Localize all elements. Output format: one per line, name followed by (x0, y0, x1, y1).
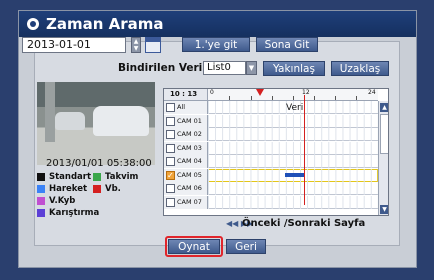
camera-row[interactable]: CAM 03 (164, 141, 378, 155)
camera-checkbox[interactable] (166, 116, 175, 126)
camera-checkbox[interactable] (166, 103, 175, 112)
list-select[interactable]: List0 (203, 61, 246, 75)
camera-row[interactable]: CAM 06 (164, 182, 378, 195)
legend-label: Vb. (105, 184, 121, 194)
camera-timeline-cells[interactable] (208, 155, 378, 168)
camera-name: CAM 02 (177, 130, 202, 138)
legend-swatch (37, 209, 45, 217)
legend-swatch (37, 173, 45, 181)
camera-checkbox[interactable] (166, 143, 175, 153)
camera-row[interactable]: All (164, 101, 378, 114)
legend-item: Vb. (93, 184, 121, 194)
time-marker-line (304, 95, 305, 205)
scroll-down-icon[interactable]: ▼ (380, 205, 388, 214)
camera-checkbox[interactable] (166, 197, 175, 207)
go-to-first-button[interactable]: 1.'ye git (182, 37, 250, 52)
camera-timeline-cells[interactable] (208, 168, 378, 182)
play-button[interactable]: Oynat (168, 239, 220, 254)
legend-swatch (93, 185, 101, 193)
legend-label: Takvim (105, 172, 139, 182)
legend-item: Takvim (93, 172, 138, 182)
legend-label: Standart (49, 172, 92, 182)
camera-label[interactable]: CAM 06 (164, 182, 208, 195)
recording-bar[interactable] (285, 172, 305, 177)
camera-checkbox[interactable] (166, 184, 175, 193)
camera-row[interactable]: CAM 07 (164, 195, 378, 209)
camera-row[interactable]: CAM 02 (164, 128, 378, 141)
camera-name: CAM 03 (177, 143, 202, 152)
go-to-last-button[interactable]: Sona Git (256, 37, 318, 52)
camera-label[interactable]: CAM 03 (164, 141, 208, 155)
camera-label[interactable]: CAM 01 (164, 114, 208, 128)
camera-name: CAM 05 (177, 170, 202, 179)
camera-row[interactable]: CAM 05 (164, 168, 378, 182)
dialog-title-bar: Zaman Arama (19, 11, 416, 37)
preview-car (93, 106, 149, 136)
camera-name: CAM 01 (177, 116, 202, 125)
preview-timestamp: 2013/01/01 05:38:00 (46, 158, 152, 169)
data-label: Veri (286, 103, 304, 113)
time-control[interactable]: 10 : 13 (164, 89, 208, 108)
calendar-icon[interactable] (145, 37, 161, 53)
camera-name: CAM 07 (177, 197, 202, 206)
time-marker-icon[interactable] (256, 89, 264, 96)
date-spinner[interactable]: ▲ ▼ (131, 37, 141, 53)
zoom-out-button[interactable]: Uzaklaş (331, 61, 389, 76)
video-preview (37, 82, 155, 165)
legend-swatch (37, 197, 45, 205)
legend-item: V.Kyb (37, 196, 75, 206)
zoom-in-button[interactable]: Yakınlaş (263, 61, 325, 76)
camera-checkbox[interactable] (166, 157, 175, 166)
camera-label[interactable]: CAM 04 (164, 155, 208, 168)
legend-item: Hareket (37, 184, 87, 194)
legend-label: V.Kyb (49, 196, 76, 206)
legend-label: Hareket (49, 184, 88, 194)
tick-label: 24 (368, 89, 376, 96)
camera-timeline-cells[interactable] (208, 128, 378, 141)
legend-swatch (93, 173, 101, 181)
record-icon (27, 18, 39, 30)
camera-label[interactable]: CAM 05 (164, 168, 208, 182)
camera-name: CAM 06 (177, 184, 202, 192)
camera-checkbox[interactable] (166, 130, 175, 139)
scroll-up-icon[interactable]: ▲ (380, 103, 388, 112)
chevron-down-icon[interactable]: ▼ (246, 61, 257, 75)
dialog-title: Zaman Arama (46, 15, 164, 33)
legend-item: Karıştırma (37, 208, 99, 218)
back-button[interactable]: Geri (226, 239, 266, 254)
camera-timeline-cells[interactable] (208, 182, 378, 195)
legend-item: Standart (37, 172, 91, 182)
legend-swatch (37, 185, 45, 193)
preview-pillar (45, 82, 55, 142)
camera-label[interactable]: CAM 07 (164, 195, 208, 209)
overlap-label: Bindirilen Veri (118, 62, 203, 74)
date-field[interactable]: 2013-01-01 (22, 37, 126, 53)
camera-name: CAM 04 (177, 157, 202, 165)
timeline-grid[interactable]: 10 : 13 0 12 24 All CAM 01 CAM 02 CAM 03 CAM… (163, 88, 389, 216)
camera-row[interactable]: CAM 01 (164, 114, 378, 128)
preview-car (55, 112, 85, 130)
time-ruler[interactable]: 0 12 24 (208, 89, 378, 101)
camera-timeline-cells[interactable] (208, 195, 378, 209)
timeline-scrollbar[interactable]: ▲ ▼ (378, 101, 388, 215)
legend-label: Karıştırma (49, 208, 100, 218)
camera-label[interactable]: All (164, 101, 208, 114)
camera-checkbox[interactable] (166, 170, 175, 182)
camera-timeline-cells[interactable] (208, 141, 378, 155)
camera-timeline-cells[interactable] (208, 114, 378, 128)
scroll-thumb[interactable] (380, 114, 388, 154)
page-label: Önceki /Sonraki Sayfa (242, 218, 366, 229)
camera-row[interactable]: CAM 04 (164, 155, 378, 168)
camera-label[interactable]: CAM 02 (164, 128, 208, 141)
tick-label: 0 (210, 89, 214, 96)
camera-name: All (177, 103, 186, 111)
time-value: 10 : 13 (170, 90, 198, 98)
